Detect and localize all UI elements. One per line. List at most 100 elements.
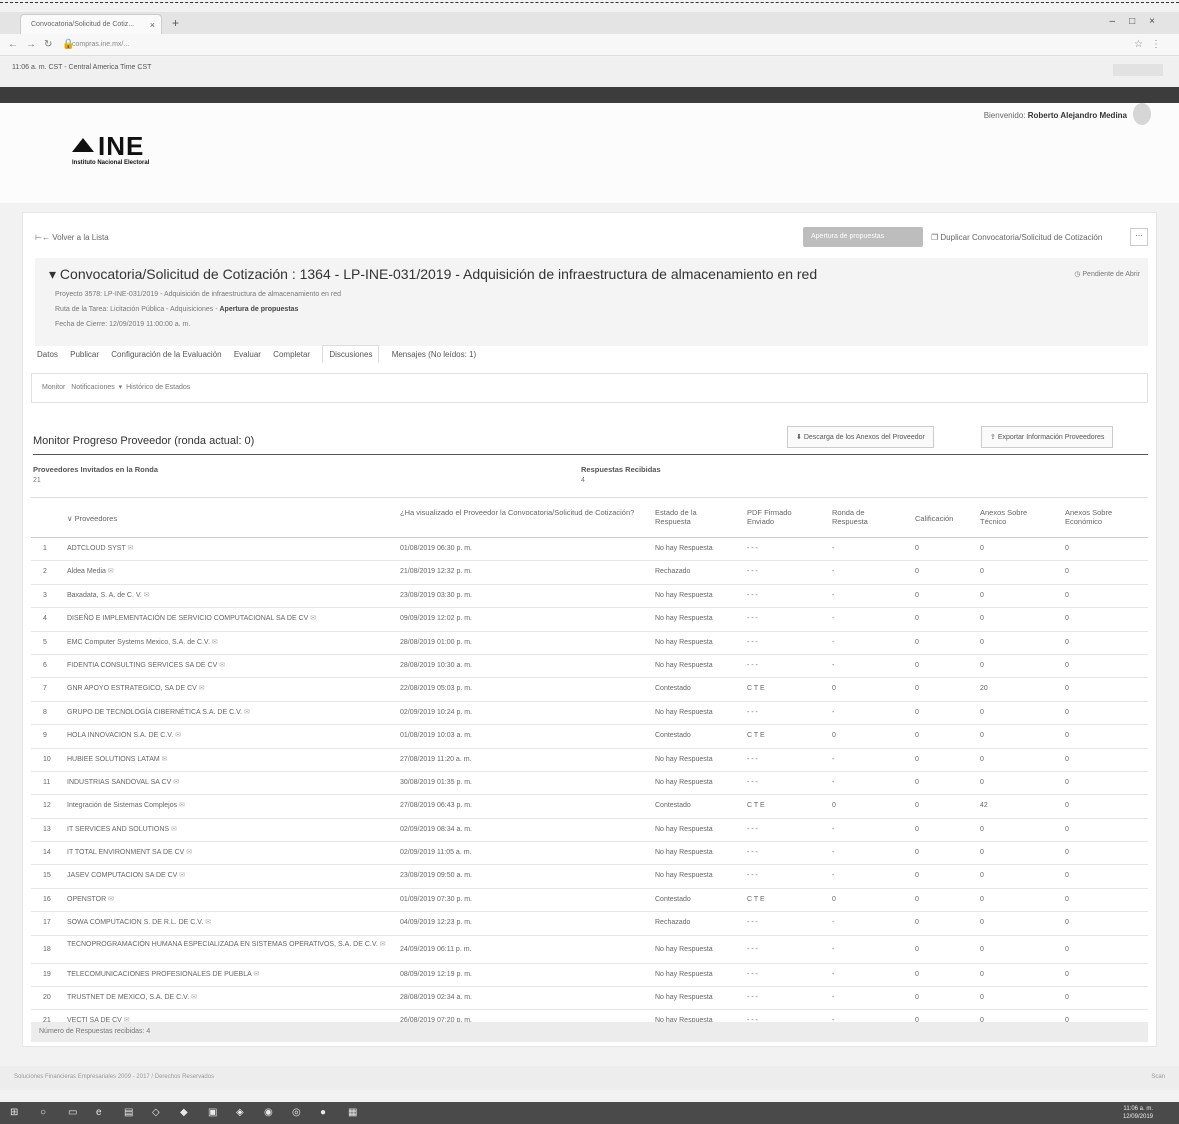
col-pdf[interactable]: PDF Firmado Enviado <box>747 508 807 526</box>
tab-publicar[interactable]: Publicar <box>70 350 99 359</box>
contact-icon[interactable]: ✉ <box>126 545 134 552</box>
cell-name[interactable]: GRUPO DE TECNOLOGÍA CIBERNÉTICA S.A. DE … <box>67 709 387 718</box>
tab-config-evaluacion[interactable]: Configuración de la Evaluación <box>111 350 221 359</box>
col-tech[interactable]: Anexos Sobre Técnico <box>980 508 1038 526</box>
cell-name[interactable]: ADTCLOUD SYST ✉ <box>67 545 387 554</box>
cell-name[interactable]: FIDENTIA CONSULTING SERVICES SA DE CV ✉ <box>67 662 387 671</box>
app-icon[interactable]: ▦ <box>348 1107 357 1118</box>
chrome-icon[interactable]: ● <box>320 1107 326 1118</box>
forward-arrow-icon[interactable]: → <box>26 39 36 50</box>
contact-icon[interactable]: ✉ <box>177 802 185 809</box>
table-row[interactable]: 6 FIDENTIA CONSULTING SERVICES SA DE CV ✉… <box>31 655 1148 679</box>
table-row[interactable]: 13 IT SERVICES AND SOLUTIONS ✉ 02/09/2019 … <box>31 819 1148 843</box>
table-row[interactable]: 17 SOWA COMPUTACION S. DE R.L. DE C.V. ✉ 0… <box>31 912 1148 936</box>
star-icon[interactable]: ☆⋮ <box>1134 39 1169 50</box>
cell-name[interactable]: EMC Computer Systems Mexico, S.A. de C.V… <box>67 639 387 648</box>
contact-icon[interactable]: ✉ <box>171 779 179 786</box>
search-icon[interactable]: ○ <box>40 1107 46 1118</box>
cell-name[interactable]: OPENSTOR ✉ <box>67 896 387 905</box>
table-row[interactable]: 10 HUBIEE SOLUTIONS LATAM ✉ 27/08/2019 11:… <box>31 749 1148 772</box>
export-providers-button[interactable]: ⇪ Exportar Información Proveedores <box>981 426 1114 448</box>
contact-icon[interactable]: ✉ <box>169 826 177 833</box>
task-view-icon[interactable]: ▭ <box>68 1107 77 1118</box>
table-row[interactable]: 2 Aldea Media ✉ 21/08/2019 12:32 p. m. Rech… <box>31 561 1148 585</box>
cell-name[interactable]: TELECOMUNICACIONES PROFESIONALES DE PUEB… <box>67 971 387 980</box>
contact-icon[interactable]: ✉ <box>189 994 197 1001</box>
more-actions-button[interactable]: ··· <box>1130 228 1148 246</box>
collapse-icon[interactable]: ▾ <box>49 266 60 282</box>
duplicate-button[interactable]: ❐ Duplicar Convocatoria/Solicitud de Cot… <box>931 233 1102 242</box>
close-icon[interactable]: × <box>150 20 155 30</box>
table-row[interactable]: 11 INDUSTRIAS SANDOVAL SA CV ✉ 30/08/2019 … <box>31 772 1148 796</box>
back-arrow-icon[interactable]: ← <box>8 39 18 50</box>
table-row[interactable]: 3 Baxadata, S. A. de C. V. ✉ 23/08/2019 03… <box>31 585 1148 609</box>
ine-logo[interactable]: INE Instituto Nacional Electoral <box>72 131 149 166</box>
folder-icon[interactable]: ▤ <box>124 1107 133 1118</box>
open-proposals-button[interactable]: Apertura de propuestas <box>803 227 923 247</box>
subtab-notificaciones[interactable]: Notificaciones <box>71 384 115 391</box>
col-round[interactable]: Ronda de Respuesta <box>832 508 892 526</box>
reload-icon[interactable]: ↻ <box>44 39 52 50</box>
contact-icon[interactable]: ✉ <box>177 872 185 879</box>
cell-name[interactable]: DISEÑO E IMPLEMENTACIÓN DE SERVICIO COMP… <box>67 615 387 624</box>
contact-icon[interactable]: ✉ <box>106 896 114 903</box>
contact-icon[interactable]: ✉ <box>197 685 205 692</box>
table-row[interactable]: 4 DISEÑO E IMPLEMENTACIÓN DE SERVICIO COM… <box>31 608 1148 632</box>
contact-icon[interactable]: ✉ <box>184 849 192 856</box>
tab-mensajes[interactable]: Mensajes (No leídos: 1) <box>392 350 476 359</box>
cell-name[interactable]: TRUSTNET DE MEXICO, S.A. DE C.V. ✉ <box>67 994 387 1003</box>
cell-name[interactable]: Aldea Media ✉ <box>67 568 387 577</box>
url-field[interactable]: compras.ine.mx/... <box>72 41 129 48</box>
contact-icon[interactable]: ✉ <box>308 615 316 622</box>
tab-discusiones[interactable]: Discusiones <box>322 345 380 363</box>
cell-name[interactable]: IT TOTAL ENVIRONMENT SA DE CV ✉ <box>67 849 387 858</box>
contact-icon[interactable]: ✉ <box>203 919 211 926</box>
cell-name[interactable]: INDUSTRIAS SANDOVAL SA CV ✉ <box>67 779 387 788</box>
table-row[interactable]: 7 GNR APOYO ESTRATEGICO, SA DE CV ✉ 22/08/… <box>31 678 1148 702</box>
app-icon[interactable]: ◈ <box>236 1107 244 1118</box>
app-icon[interactable]: ◎ <box>292 1107 301 1118</box>
tab-evaluar[interactable]: Evaluar <box>234 350 261 359</box>
avatar[interactable] <box>1133 103 1151 125</box>
cell-name[interactable]: TECNOPROGRAMACIÓN HUMANA ESPECIALIZADA E… <box>67 941 387 950</box>
col-provider[interactable]: ∨ Proveedores <box>67 514 117 523</box>
cell-name[interactable]: SOWA COMPUTACION S. DE R.L. DE C.V. ✉ <box>67 919 387 928</box>
cell-name[interactable]: JASEV COMPUTACION SA DE CV ✉ <box>67 872 387 881</box>
col-econ[interactable]: Anexos Sobre Económico <box>1065 508 1135 526</box>
table-row[interactable]: 12 Integración de Sistemas Complejos ✉ 27/… <box>31 795 1148 819</box>
edge-icon[interactable]: e <box>96 1107 102 1118</box>
table-row[interactable]: 14 IT TOTAL ENVIRONMENT SA DE CV ✉ 02/09/2… <box>31 842 1148 866</box>
cell-name[interactable]: Integración de Sistemas Complejos ✉ <box>67 802 387 811</box>
table-row[interactable]: 1 ADTCLOUD SYST ✉ 01/08/2019 06:30 p. m. No… <box>31 538 1148 562</box>
contact-icon[interactable]: ✉ <box>251 971 259 978</box>
table-row[interactable]: 15 JASEV COMPUTACION SA DE CV ✉ 23/08/2019… <box>31 865 1148 889</box>
table-row[interactable]: 5 EMC Computer Systems Mexico, S.A. de C.… <box>31 632 1148 655</box>
new-tab-icon[interactable]: + <box>172 16 179 30</box>
table-row[interactable]: 16 OPENSTOR ✉ 01/09/2019 07:30 p. m. Contes… <box>31 889 1148 913</box>
subtab-monitor[interactable]: Monitor <box>42 384 65 391</box>
download-annexes-button[interactable]: ⬇ Descarga de los Anexos del Proveedor <box>787 426 934 448</box>
cell-name[interactable]: IT SERVICES AND SOLUTIONS ✉ <box>67 826 387 835</box>
taskbar-clock[interactable]: 11:06 a. m. 12/09/2019 <box>1123 1105 1153 1121</box>
contact-icon[interactable]: ✉ <box>160 756 168 763</box>
windows-start-icon[interactable]: ⊞ <box>10 1107 18 1118</box>
contact-icon[interactable]: ✉ <box>378 941 386 948</box>
contact-icon[interactable]: ✉ <box>106 568 114 575</box>
tab-completar[interactable]: Completar <box>273 350 310 359</box>
cell-name[interactable]: HOLA INNOVACION S.A. DE C.V. ✉ <box>67 732 387 741</box>
table-row[interactable]: 19 TELECOMUNICACIONES PROFESIONALES DE PU… <box>31 964 1148 988</box>
contact-icon[interactable]: ✉ <box>242 709 250 716</box>
tab-datos[interactable]: Datos <box>37 350 58 359</box>
contact-icon[interactable]: ✉ <box>173 732 181 739</box>
contact-icon[interactable]: ✉ <box>217 662 225 669</box>
contact-icon[interactable]: ✉ <box>210 639 218 646</box>
browser-tab[interactable]: Convocatoria/Solicitud de Cotiz... × <box>20 14 162 34</box>
table-row[interactable]: 18 TECNOPROGRAMACIÓN HUMANA ESPECIALIZADA… <box>31 936 1148 964</box>
cell-name[interactable]: GNR APOYO ESTRATEGICO, SA DE CV ✉ <box>67 685 387 694</box>
window-controls[interactable]: –□× <box>1110 16 1169 27</box>
back-to-list-link[interactable]: ⊢← Volver a la Lista <box>35 233 109 242</box>
cell-name[interactable]: Baxadata, S. A. de C. V. ✉ <box>67 592 387 601</box>
user-name[interactable]: Roberto Alejandro Medina <box>1028 111 1127 120</box>
subtab-historico[interactable]: Histórico de Estados <box>126 384 190 391</box>
col-status[interactable]: Estado de la Respuesta <box>655 508 725 526</box>
